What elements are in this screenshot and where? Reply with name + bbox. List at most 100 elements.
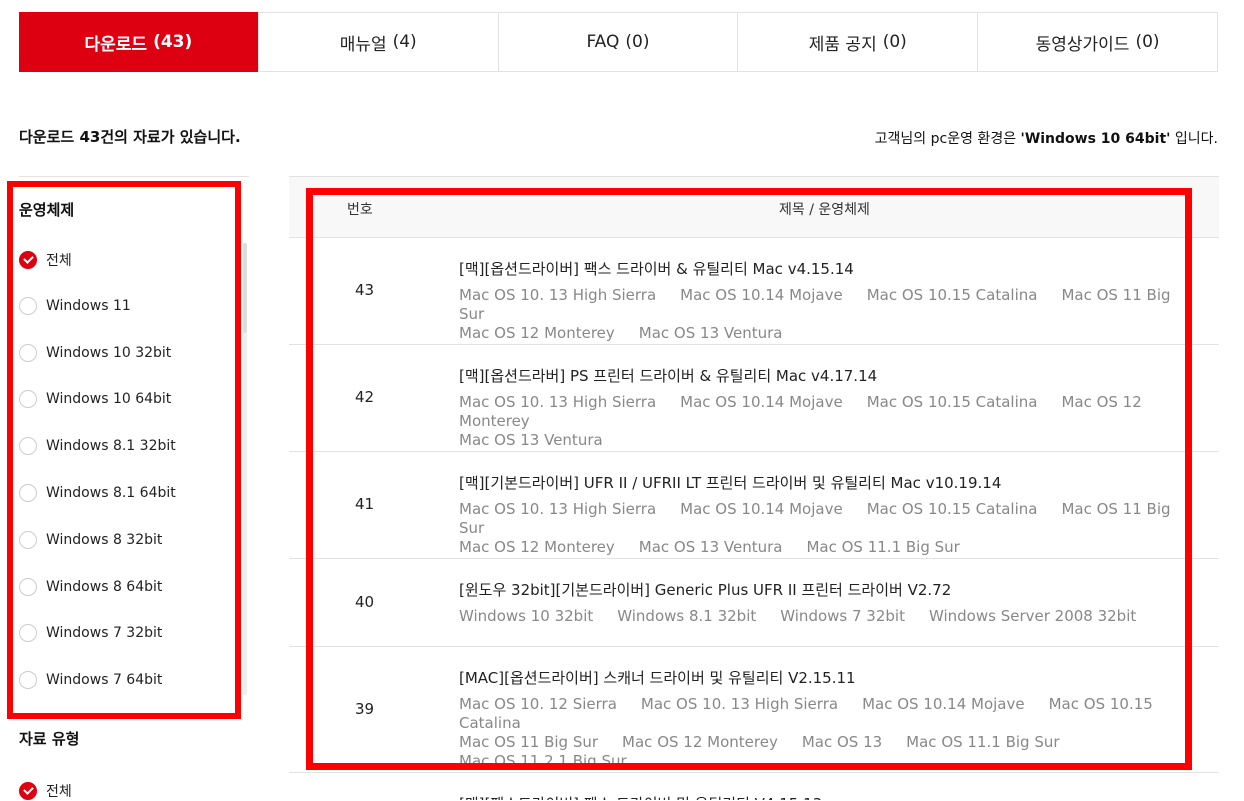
radio-icon[interactable] (19, 671, 37, 690)
osinfo-suffix: 입니다. (1170, 131, 1218, 147)
tab-manual[interactable]: 매뉴얼 (4) (259, 13, 499, 71)
tab-count: (4) (392, 32, 417, 52)
type-filter-title: 자료 유형 (19, 730, 80, 748)
os-line: Mac OS 11.2.1 Big Sur (459, 752, 1179, 771)
os-filter-option[interactable]: Windows 8 32bit (19, 530, 163, 549)
type-filter-option-label: 전체 (46, 784, 72, 800)
radio-icon[interactable] (19, 577, 37, 596)
tab-product-notice[interactable]: 제품 공지 (0) (738, 13, 979, 71)
radio-icon[interactable] (19, 624, 37, 643)
radio-icon[interactable] (19, 343, 37, 362)
os-tag: Mac OS 10.14 Mojave (680, 500, 843, 518)
tab-label: 제품 공지 (808, 34, 877, 55)
os-filter-option-label: Windows 8.1 64bit (46, 485, 176, 501)
os-tag: Mac OS 12 Monterey (459, 324, 615, 342)
summary-count: 43 (79, 128, 101, 146)
sidebar-scrollbar[interactable] (243, 243, 247, 695)
os-filter-option-label: Windows 8 32bit (46, 531, 163, 548)
radio-icon[interactable] (19, 296, 37, 315)
radio-icon[interactable] (19, 484, 37, 502)
row-title-link[interactable]: [맥][기본드라이버] UFR II / UFRII LT 프린터 드라이버 및… (459, 472, 1001, 493)
result-summary: 다운로드 43건의 자료가 있습니다. (19, 126, 241, 147)
tab-bar: 다운로드 (43) 매뉴얼 (4) FAQ (0) 제품 공지 (0) 동영상가이드 (0… (19, 12, 1218, 72)
tab-count: (0) (1135, 32, 1160, 52)
tab-download[interactable]: 다운로드 (43) (19, 12, 259, 72)
radio-icon[interactable] (19, 530, 37, 549)
row-os-list: Mac OS 10. 12 Sierra Mac OS 10. 13 High S… (459, 695, 1179, 771)
row-number: 40 (355, 593, 375, 611)
tab-label: 다운로드 (84, 34, 148, 55)
os-tag: Mac OS 13 Ventura (638, 538, 783, 556)
table-row[interactable]: [맥][팩스드라이버] 팩스 드라이버 및 유틸리티 V4.15.13 (289, 773, 1219, 800)
os-tag: Mac OS 10.15 Catalina (866, 286, 1038, 304)
os-tag: Mac OS 11.2.1 Big Sur (459, 752, 627, 770)
os-filter-option[interactable]: Windows 8.1 32bit (19, 437, 176, 456)
osinfo-value: 'Windows 10 64bit' (1020, 131, 1171, 147)
os-filter-option[interactable]: Windows 11 (19, 296, 131, 315)
tab-label: FAQ (586, 32, 620, 52)
row-os-list: Mac OS 10. 13 High Sierra Mac OS 10.14 Mo… (459, 393, 1179, 450)
scrollbar-thumb[interactable] (243, 243, 247, 333)
os-filter-option[interactable]: 전체 (19, 250, 72, 270)
tab-faq[interactable]: FAQ (0) (499, 13, 739, 71)
os-tag: Mac OS 10.15 Catalina (866, 500, 1038, 518)
row-os-list: Mac OS 10. 13 High Sierra Mac OS 10.14 Mo… (459, 286, 1179, 343)
row-os-list: Windows 10 32bit Windows 8.1 32bit Windows… (459, 607, 1179, 626)
row-title-link[interactable]: [맥][옵션드라이버] 팩스 드라이버 & 유틸리티 Mac v4.15.14 (459, 258, 854, 279)
osinfo-prefix: 고객님의 pc운영 환경은 (874, 131, 1021, 147)
os-line: Mac OS 10. 12 Sierra Mac OS 10. 13 High S… (459, 695, 1179, 733)
radio-checked-icon[interactable] (19, 782, 37, 800)
radio-checked-icon[interactable] (19, 251, 37, 269)
os-tag: Mac OS 10. 13 High Sierra (459, 393, 657, 411)
summary-prefix: 다운로드 (19, 128, 80, 146)
os-filter-option[interactable]: Windows 8.1 64bit (19, 484, 176, 502)
os-filter-option[interactable]: Windows 10 32bit (19, 343, 172, 362)
os-line: Mac OS 10. 13 High Sierra Mac OS 10.14 Mo… (459, 286, 1179, 324)
tab-count: (0) (882, 32, 907, 52)
row-title-link[interactable]: [윈도우 32bit][기본드라이버] Generic Plus UFR II … (459, 579, 951, 600)
os-tag: Mac OS 11.1 Big Sur (806, 538, 960, 556)
os-line: Mac OS 13 Ventura (459, 431, 1179, 450)
os-tag: Mac OS 11.1 Big Sur (906, 733, 1060, 751)
os-tag: Mac OS 10. 13 High Sierra (640, 695, 839, 713)
tab-label: 매뉴얼 (339, 34, 387, 55)
os-filter-option[interactable]: Windows 7 32bit (19, 624, 162, 643)
os-filter-option[interactable]: Windows 10 64bit (19, 390, 172, 409)
os-line: Mac OS 11 Big Sur Mac OS 12 Monterey Mac O… (459, 733, 1179, 752)
os-tag: Mac OS 10.15 Catalina (866, 393, 1038, 411)
row-os-list: Mac OS 10. 13 High Sierra Mac OS 10.14 Mo… (459, 500, 1179, 557)
tab-label: 동영상가이드 (1035, 34, 1130, 55)
tab-video-guide[interactable]: 동영상가이드 (0) (978, 13, 1217, 71)
os-filter-option[interactable]: Windows 8 64bit (19, 577, 163, 596)
table-row[interactable]: 43 [맥][옵션드라이버] 팩스 드라이버 & 유틸리티 Mac v4.15.1… (289, 238, 1219, 345)
os-filter-option-label: Windows 10 64bit (46, 391, 172, 408)
os-tag: Mac OS 11 Big Sur (459, 733, 599, 751)
os-filter-option[interactable]: Windows 7 64bit (19, 671, 163, 690)
os-filter-option-label: Windows 7 64bit (46, 672, 163, 689)
table-row[interactable]: 42 [맥][옵션드라버] PS 프린터 드라이버 & 유틸리티 Mac v4.1… (289, 345, 1219, 452)
os-line: Mac OS 10. 13 High Sierra Mac OS 10.14 Mo… (459, 500, 1179, 538)
os-line: Mac OS 12 Monterey Mac OS 13 Ventura (459, 324, 1179, 343)
os-tag: Mac OS 10. 13 High Sierra (459, 286, 657, 304)
os-tag: Mac OS 12 Monterey (622, 733, 778, 751)
os-tag: Mac OS 10. 13 High Sierra (459, 500, 657, 518)
table-row[interactable]: 40 [윈도우 32bit][기본드라이버] Generic Plus UFR I… (289, 559, 1219, 647)
os-tag: Mac OS 13 Ventura (638, 324, 783, 342)
os-tag: Mac OS 10. 12 Sierra (459, 695, 617, 713)
os-tag: Windows Server 2008 32bit (928, 607, 1137, 625)
row-title-link[interactable]: [맥][옵션드라버] PS 프린터 드라이버 & 유틸리티 Mac v4.17.… (459, 365, 877, 386)
tab-count: (43) (153, 32, 193, 52)
table-header: 번호 제목 / 운영체제 (289, 177, 1219, 238)
os-filter-option-label: Windows 8 64bit (46, 578, 163, 595)
type-filter-option[interactable]: 전체 (19, 781, 72, 801)
table-row[interactable]: 41 [맥][기본드라이버] UFR II / UFRII LT 프린터 드라이버… (289, 452, 1219, 559)
os-filter-option-label: Windows 10 32bit (46, 344, 172, 361)
radio-icon[interactable] (19, 437, 37, 456)
os-tag: Mac OS 10.14 Mojave (862, 695, 1025, 713)
radio-icon[interactable] (19, 390, 37, 409)
tab-count: (0) (625, 32, 650, 52)
os-tag: Mac OS 13 Ventura (459, 431, 603, 449)
row-title-link[interactable]: [MAC][옵션드라이버] 스캐너 드라이버 및 유틸리티 V2.15.11 (459, 667, 856, 688)
os-tag: Windows 10 32bit (459, 607, 594, 625)
table-row[interactable]: 39 [MAC][옵션드라이버] 스캐너 드라이버 및 유틸리티 V2.15.11… (289, 647, 1219, 773)
